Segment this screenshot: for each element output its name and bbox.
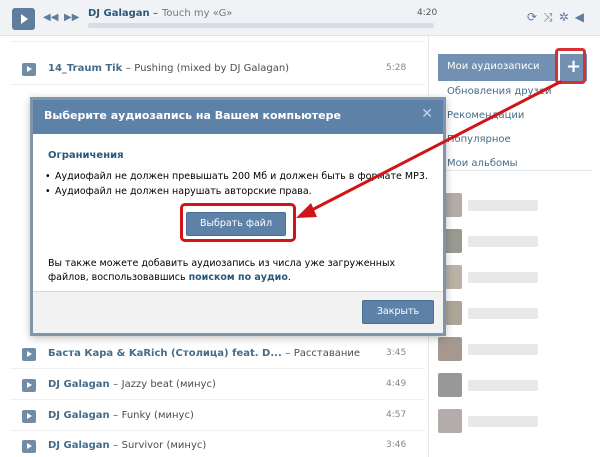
- player-separator: –: [153, 8, 158, 19]
- alternative-note: Вы также можете добавить аудиозапись из …: [48, 258, 396, 283]
- close-icon[interactable]: ✕: [421, 106, 433, 122]
- dialog-header: Выберите аудиозапись на Вашем компьютере…: [33, 100, 443, 134]
- close-button[interactable]: Закрыть: [362, 300, 434, 324]
- similar-icon[interactable]: ✲: [559, 10, 575, 24]
- player-title: Touch my «G»: [162, 8, 233, 19]
- restrictions-title: Ограничения: [48, 150, 124, 161]
- dialog-title: Выберите аудиозапись на Вашем компьютере: [44, 109, 341, 122]
- broadcast-icon[interactable]: ◀: [575, 10, 590, 24]
- player-time: 4:20: [417, 8, 438, 18]
- player-artist[interactable]: DJ Galagan: [88, 8, 150, 19]
- dialog-footer: Закрыть: [33, 291, 443, 333]
- next-icon[interactable]: ▶▶: [64, 12, 79, 24]
- restriction-rule: Аудиофайл не должен нарушать авторские п…: [45, 186, 312, 197]
- highlight-frame-choose: [180, 203, 296, 242]
- play-icon[interactable]: [12, 8, 35, 30]
- previous-icon[interactable]: ◀◀: [43, 12, 58, 24]
- restriction-rule: Аудиофайл не должен превышать 200 Мб и д…: [45, 171, 428, 182]
- shuffle-icon[interactable]: ⤨: [543, 10, 559, 24]
- progress-bar[interactable]: [88, 23, 434, 28]
- audio-player: ◀◀ ▶▶ DJ Galagan – Touch my «G» 4:20 ⟳⤨✲…: [0, 0, 600, 36]
- audio-search-link[interactable]: поиском по аудио: [189, 272, 288, 283]
- repeat-icon[interactable]: ⟳: [527, 10, 543, 24]
